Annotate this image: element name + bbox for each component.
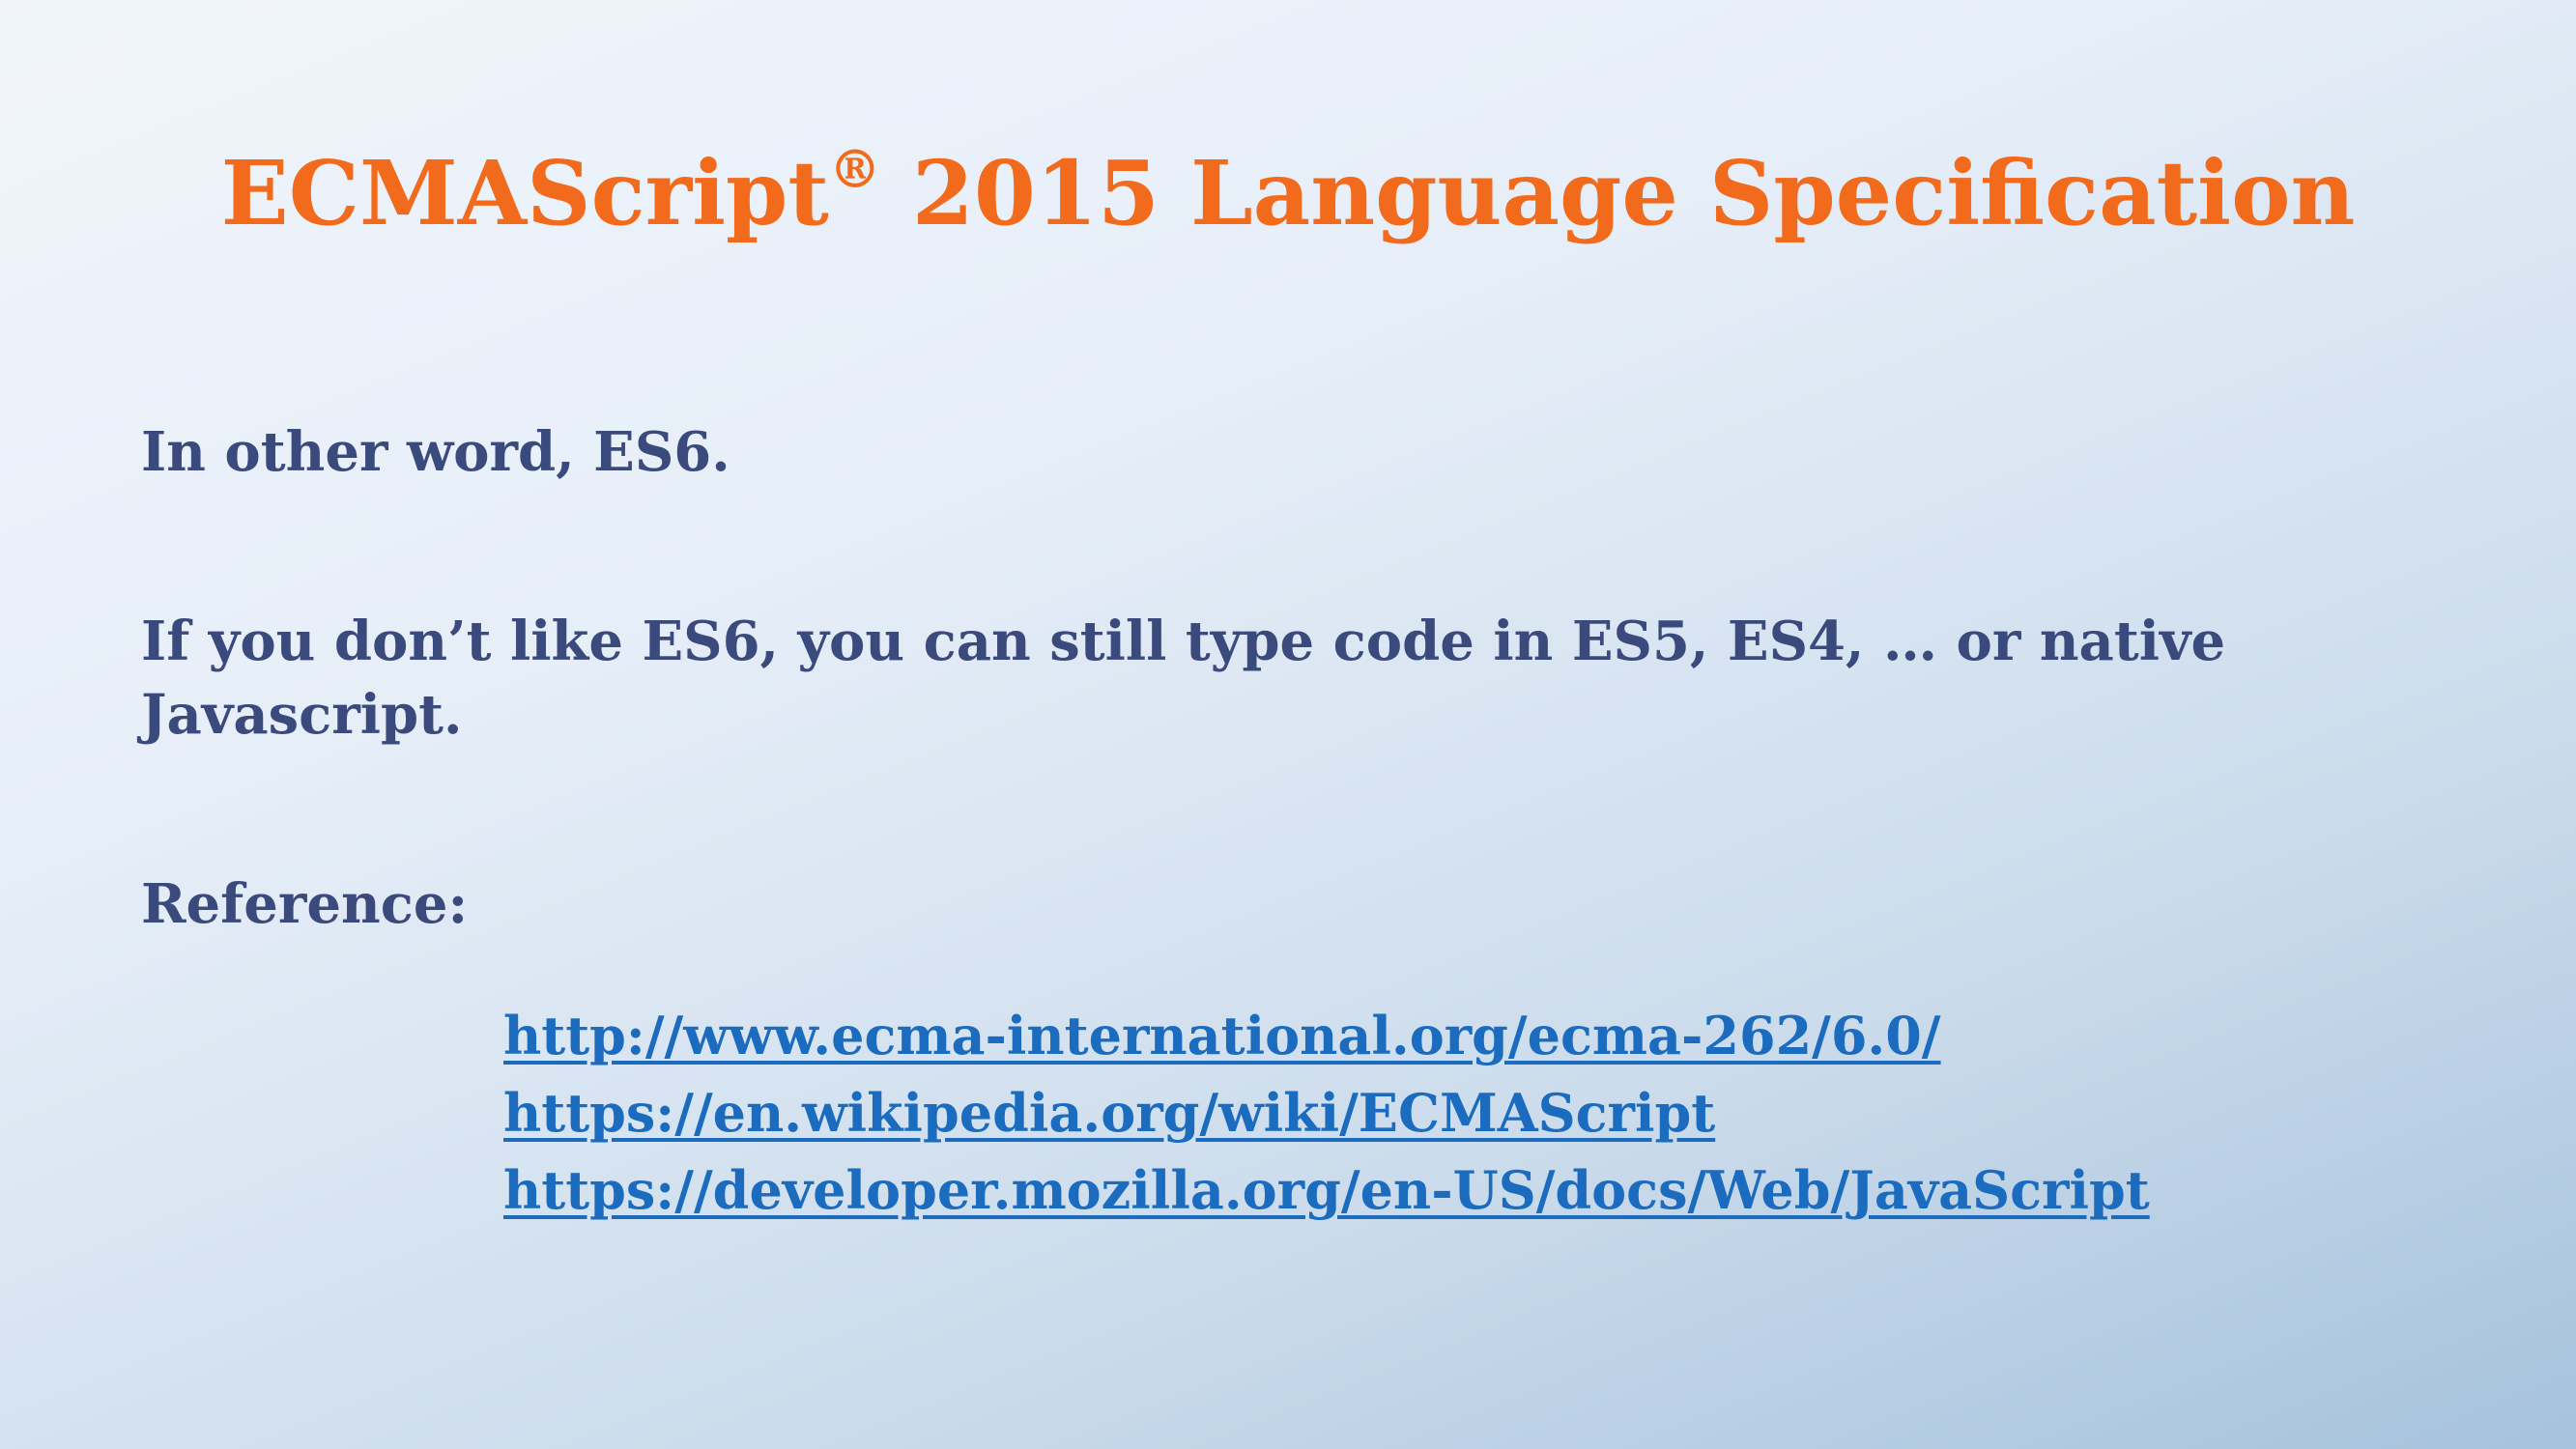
slide-title-text: ECMAScript xyxy=(220,141,829,245)
intro-line: In other word, ES6. xyxy=(141,420,730,484)
ecma-spec-link[interactable]: http://www.ecma-international.org/ecma-2… xyxy=(503,997,2150,1074)
slide-title: ECMAScript® 2015 Language Specification xyxy=(0,141,2576,242)
es-versions-line-1: If you don’t like ES6, you can still typ… xyxy=(141,610,2226,673)
registered-mark: ® xyxy=(828,138,881,201)
reference-label: Reference: xyxy=(141,872,469,936)
es-versions-paragraph: If you don’t like ES6, you can still typ… xyxy=(141,605,2225,752)
slide-title-rest: 2015 Language Specification xyxy=(880,141,2356,245)
reference-links: http://www.ecma-international.org/ecma-2… xyxy=(503,997,2150,1229)
es-versions-line-2: Javascript. xyxy=(141,683,463,747)
mdn-javascript-link[interactable]: https://developer.mozilla.org/en-US/docs… xyxy=(503,1151,2150,1229)
wikipedia-link[interactable]: https://en.wikipedia.org/wiki/ECMAScript xyxy=(503,1074,2150,1151)
